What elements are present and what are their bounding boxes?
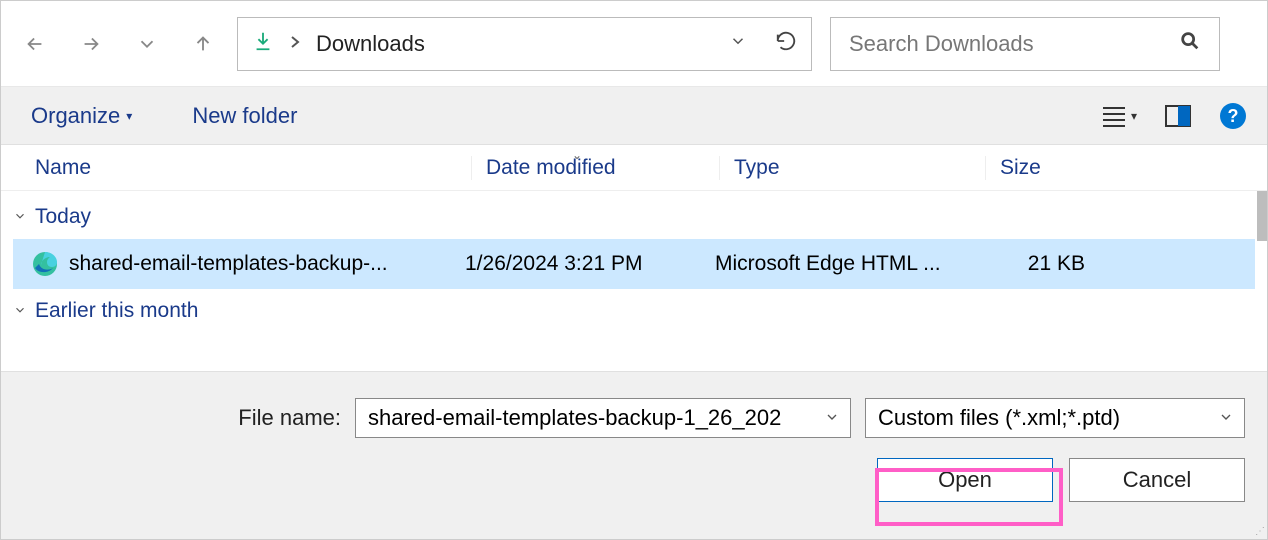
edge-file-icon [31,250,59,278]
search-input[interactable] [849,31,1179,57]
filename-label: File name: [1,405,341,431]
chevron-down-icon [13,299,27,323]
group-earlier-this-month[interactable]: Earlier this month [13,289,1255,333]
downloads-icon [252,30,274,57]
help-button[interactable]: ? [1219,102,1247,130]
chevron-down-icon[interactable] [1218,405,1234,431]
caret-down-icon: ▾ [126,109,132,123]
preview-pane-button[interactable] [1165,105,1191,127]
toolbar: Organize ▾ New folder ▾ ? [1,87,1267,145]
scrollbar[interactable] [1257,191,1267,241]
open-button[interactable]: Open [877,458,1053,502]
file-list: Today shared-email-templates-backup-... … [1,191,1267,361]
column-type[interactable]: Type [719,156,985,180]
bottom-panel: File name: shared-email-templates-backup… [1,371,1267,539]
column-name[interactable]: Name [35,156,471,180]
forward-button[interactable] [77,30,105,58]
column-date-modified[interactable]: ⌄ Date modified [471,156,719,180]
resize-grip-icon[interactable]: ⋰ [1255,526,1265,537]
group-today[interactable]: Today [13,195,1255,239]
search-box[interactable] [830,17,1220,71]
current-location[interactable]: Downloads [316,31,719,57]
breadcrumb-separator-icon [284,35,306,52]
file-row[interactable]: shared-email-templates-backup-... 1/26/2… [13,239,1255,289]
chevron-down-icon [13,205,27,229]
new-folder-button[interactable]: New folder [182,97,307,135]
address-bar[interactable]: Downloads [237,17,812,71]
organize-button[interactable]: Organize ▾ [21,97,142,135]
file-type-filter[interactable]: Custom files (*.xml;*.ptd) [865,398,1245,438]
sort-indicator-icon: ⌄ [572,148,582,162]
view-list-button[interactable]: ▾ [1101,105,1137,127]
svg-text:?: ? [1228,106,1239,126]
back-button[interactable] [21,30,49,58]
chevron-down-icon[interactable] [824,405,840,431]
up-button[interactable] [189,30,217,58]
filename-input[interactable]: shared-email-templates-backup-1_26_202 [355,398,851,438]
location-dropdown-icon[interactable] [729,32,747,55]
refresh-button[interactable] [775,30,797,57]
file-type: Microsoft Edge HTML ... [715,252,985,276]
history-dropdown[interactable] [133,30,161,58]
navigation-bar: Downloads [1,1,1267,87]
file-size: 21 KB [985,252,1095,276]
column-headers: Name ⌄ Date modified Type Size [1,145,1267,191]
file-name: shared-email-templates-backup-... [69,252,465,276]
column-size[interactable]: Size [985,156,1267,180]
cancel-button[interactable]: Cancel [1069,458,1245,502]
nav-buttons [17,30,225,58]
search-icon[interactable] [1179,30,1201,57]
caret-down-icon: ▾ [1131,109,1137,123]
file-date: 1/26/2024 3:21 PM [465,252,715,276]
